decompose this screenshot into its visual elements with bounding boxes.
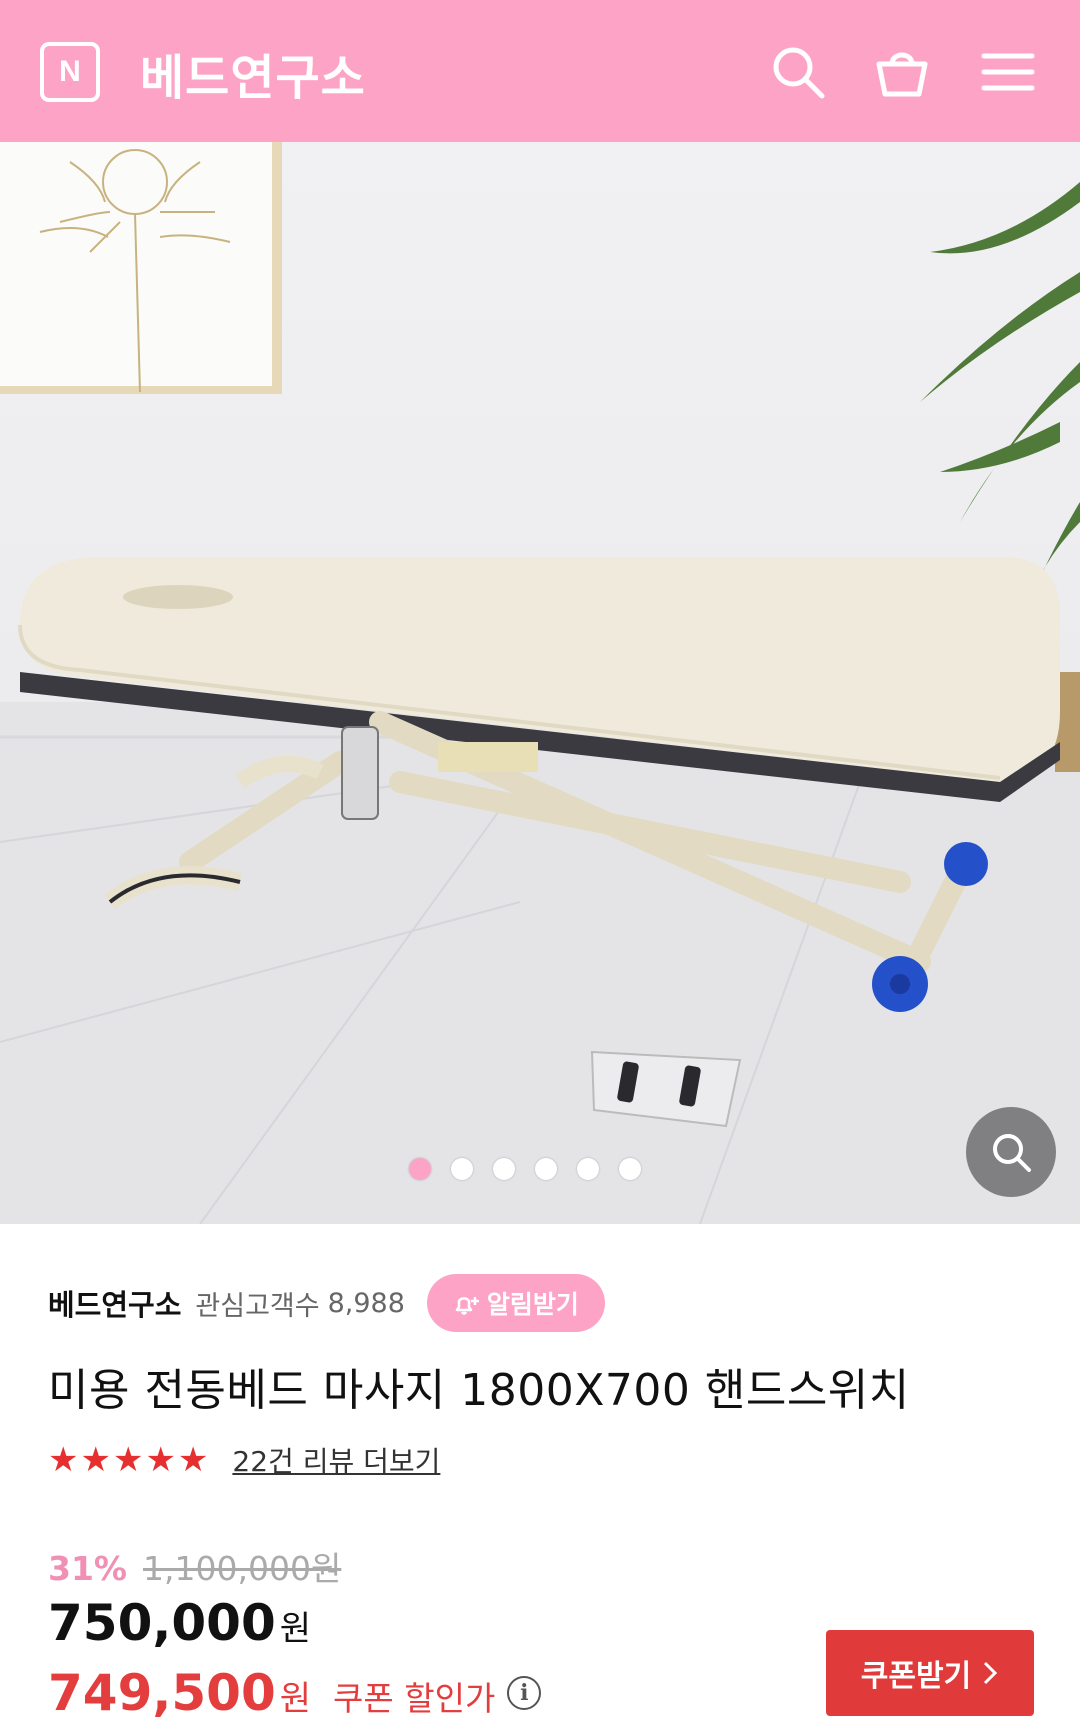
coupon-label: 쿠폰 할인가 [333,1679,496,1718]
magnifier-icon [993,1134,1031,1172]
store-row: 베드연구소 관심고객수 8,988 알림받기 [48,1274,605,1332]
discount-rate: 31% [48,1549,127,1588]
top-header: N 베드연구소 [0,0,1080,142]
store-title[interactable]: 베드연구소 [140,38,366,108]
price-unit: 원 [279,1609,312,1649]
info-icon[interactable]: i [507,1676,542,1710]
price-row: 750,000 원 [48,1594,311,1652]
product-photo [0,142,1080,1224]
original-price: 1,100,000원 [143,1549,342,1588]
product-image-gallery[interactable] [0,142,1080,1224]
coupon-button[interactable]: 쿠폰받기 [826,1630,1034,1716]
coupon-button-label: 쿠폰받기 [860,1659,972,1694]
gallery-pagination [0,1158,1080,1180]
alarm-label: 알림받기 [486,1290,579,1319]
rating-row: ★★★★★ 22건 리뷰 더보기 [48,1440,440,1480]
search-icon[interactable] [768,42,828,102]
chevron-right-icon [984,1661,998,1685]
discount-row: 31% 1,100,000원 [48,1542,341,1590]
sale-price: 750,000 [48,1594,276,1652]
bell-plus-icon [455,1297,479,1315]
pagination-dot[interactable] [451,1158,473,1180]
alarm-button[interactable]: 알림받기 [426,1274,605,1332]
product-title: 미용 전동베드 마사지 1800X700 핸드스위치 [48,1365,910,1416]
logo-letter: N [59,55,81,88]
cart-icon[interactable] [872,42,932,102]
pagination-dot[interactable] [619,1158,641,1180]
fav-label: 관심고객수 [195,1290,320,1322]
product-info: 베드연구소 관심고객수 8,988 알림받기 미용 전동베드 마사지 1800X… [0,1224,1080,1734]
pagination-dot[interactable] [409,1158,431,1180]
coupon-price-row: 749,500 원 쿠폰 할인가 i [48,1664,542,1722]
zoom-button[interactable] [966,1107,1056,1197]
fav-count: 8,988 [327,1287,405,1319]
store-name[interactable]: 베드연구소 [48,1282,181,1324]
pagination-dot[interactable] [577,1158,599,1180]
menu-icon[interactable] [978,42,1038,102]
pagination-dot[interactable] [535,1158,557,1180]
coupon-price-unit: 원 [279,1679,312,1719]
pagination-dot[interactable] [493,1158,515,1180]
coupon-price: 749,500 [48,1664,276,1722]
review-link[interactable]: 22건 리뷰 더보기 [232,1440,440,1480]
naver-logo-icon[interactable]: N [40,42,100,102]
rating-stars: ★★★★★ [48,1440,211,1480]
